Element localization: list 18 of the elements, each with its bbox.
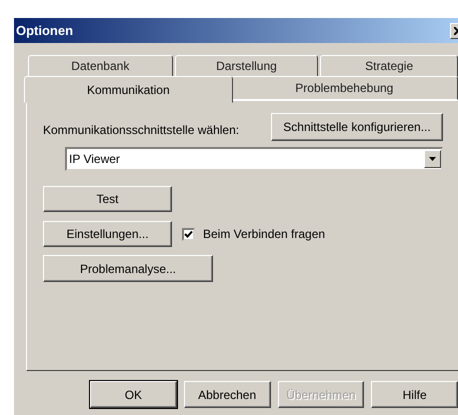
tab[interactable]: Kommunikation: [24, 76, 233, 103]
window-title: Optionen: [16, 22, 74, 40]
tab[interactable]: Problembehebung: [230, 76, 458, 100]
test-button[interactable]: Test: [43, 186, 172, 212]
dialog-button[interactable]: Abbrechen: [184, 381, 270, 408]
tab[interactable]: Strategie: [320, 55, 458, 77]
dialog-button[interactable]: Hilfe: [371, 381, 458, 408]
interface-dropdown[interactable]: IP Viewer: [65, 147, 443, 171]
tab[interactable]: Datenbank: [28, 55, 173, 77]
tab[interactable]: Darstellung: [174, 55, 318, 77]
checkbox-label: Beim Verbinden fragen: [203, 226, 326, 243]
dialog-button[interactable]: OK: [90, 381, 177, 408]
settings-button[interactable]: Einstellungen...: [43, 221, 172, 247]
checkbox[interactable]: [182, 228, 195, 240]
dropdown-arrow-icon: [429, 157, 436, 161]
field-label: Kommunikationsschnittstelle wählen:: [43, 122, 240, 139]
analysis-button[interactable]: Problemanalyse...: [43, 255, 213, 282]
configure-button[interactable]: Schnittstelle konfigurieren...: [271, 113, 443, 141]
